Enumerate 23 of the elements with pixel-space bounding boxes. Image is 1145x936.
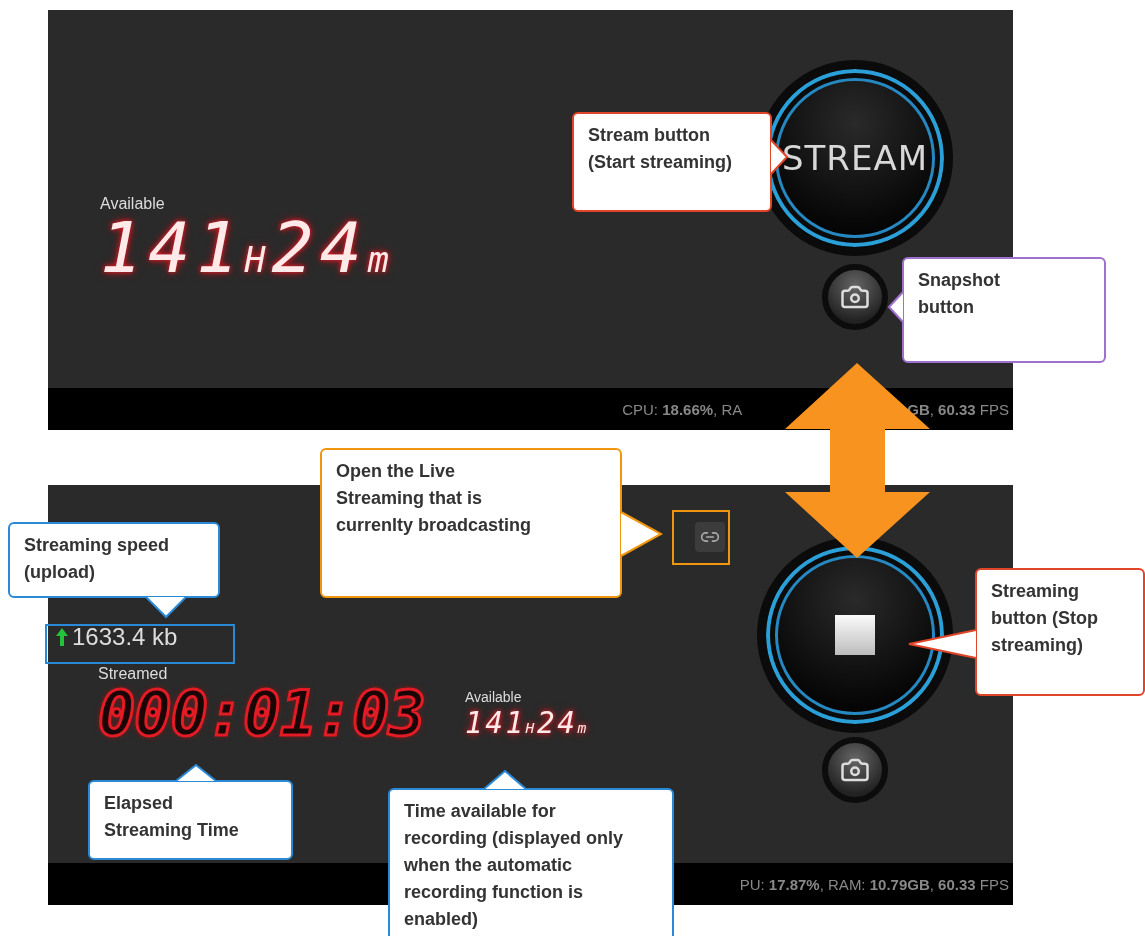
callout-pointer xyxy=(908,630,977,658)
elapsed-time-display: 000:01:03 xyxy=(98,682,425,745)
available-label: Available xyxy=(464,689,522,706)
callout: Stream button (Start streaming) xyxy=(572,112,772,212)
callout: Time available for recording (displayed only when the automatic recording function is enabled) xyxy=(388,788,674,936)
callout: Snapshot button xyxy=(902,257,1106,363)
status-text: PU: 17.87%, RAM: 10.79GB, 60.33 FPS xyxy=(739,875,1009,893)
callout-pointer xyxy=(888,292,904,322)
callout-pointer xyxy=(484,770,526,790)
upload-speed: 1633.4 kb xyxy=(72,623,178,651)
available-label: Available xyxy=(100,195,165,213)
callout: Open the Live Streaming that is currenlty broadcasting xyxy=(320,448,622,598)
up-arrow-icon xyxy=(56,628,68,646)
status-text: CPU: 18.66%, RA xyxy=(622,400,743,418)
segment-display: 141 H24m xyxy=(464,709,589,739)
callout-pointer xyxy=(146,596,186,618)
segment-display: 141 H24 m xyxy=(100,212,395,283)
callout-pointer xyxy=(176,764,216,782)
callout-pointer xyxy=(620,512,662,556)
callout: Streaming button (Stop streaming) xyxy=(975,568,1145,696)
link-button[interactable] xyxy=(695,522,725,552)
streamed-label: Streamed xyxy=(98,665,168,683)
stop-icon xyxy=(835,615,875,655)
